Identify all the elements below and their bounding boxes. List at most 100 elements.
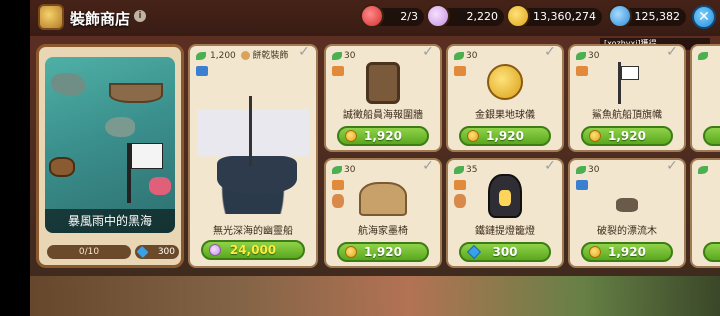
featured-progress: 0/10: [47, 245, 131, 259]
category-badge-icon: [332, 180, 344, 190]
card-tag-value: 30: [466, 51, 478, 61]
cotton-icon[interactable]: [426, 4, 450, 28]
check-icon: ✓: [666, 158, 678, 174]
coin-icon: [467, 130, 479, 142]
item-card-partial[interactable]: [690, 44, 720, 152]
coin-icon: [589, 246, 601, 258]
card-tag: 30: [454, 50, 477, 62]
buy-button[interactable]: 1,920: [581, 126, 673, 146]
info-icon[interactable]: i: [134, 10, 146, 22]
heart-icon[interactable]: [360, 4, 384, 28]
check-icon: ✓: [544, 44, 556, 60]
card-tag: [698, 164, 710, 176]
gem-icon[interactable]: [608, 4, 632, 28]
item-image-globe: [487, 64, 523, 100]
price-value: 1,920: [608, 129, 646, 143]
coin-icon: [345, 246, 357, 258]
item-image-driftwood: [616, 198, 638, 212]
price-value: 1,920: [486, 129, 524, 143]
close-button[interactable]: ✕: [692, 5, 716, 29]
item-name: 金銀果地球儀: [475, 110, 535, 121]
check-icon: ✓: [666, 44, 678, 60]
buy-button[interactable]: 1,920: [337, 126, 429, 146]
item-image-chair: [359, 182, 407, 216]
item-name: 誠徵船員海報圍牆: [343, 110, 423, 121]
item-card-driftwood[interactable]: 30 ✓ 破裂的漂流木 1,920: [568, 158, 686, 268]
item-name: 破裂的漂流木: [597, 226, 657, 237]
cotton-icon: [209, 244, 221, 256]
item-card-shark-flag[interactable]: 30 ✓ 鯊魚航船頂旗幟 1,920: [568, 44, 686, 152]
category-badge-icon: [576, 66, 588, 76]
coins-counter: 13,360,274: [518, 8, 602, 26]
close-icon: ✕: [698, 9, 710, 25]
buy-button[interactable]: 300: [459, 242, 551, 262]
leaf-icon: [332, 166, 342, 174]
shop-logo-icon: [38, 4, 64, 30]
category-badge-icon: [332, 66, 344, 76]
item-card-globe[interactable]: 30 ✓ 金銀果地球儀 1,920: [446, 44, 564, 152]
price-value: 1,920: [364, 129, 402, 143]
buy-button[interactable]: [703, 126, 720, 146]
item-name: 航海家墨椅: [358, 226, 408, 237]
shop-screen: 裝飾商店 i 2/3 2,220 13,360,274 125,382 ✕ [x…: [30, 0, 720, 316]
check-icon: ✓: [298, 44, 310, 60]
item-image-shark-flag: [612, 62, 642, 104]
card-tag: 30: [576, 50, 599, 62]
buy-button[interactable]: [703, 242, 720, 262]
buy-button[interactable]: 1,920: [459, 126, 551, 146]
wave-badge-icon: [196, 66, 208, 76]
card-tag: 30: [576, 164, 599, 176]
item-image-lantern: [488, 174, 522, 218]
category-badge-icon: [454, 66, 466, 76]
coin-icon: [345, 130, 357, 142]
leaf-icon: [698, 166, 708, 174]
card-tag: [698, 50, 710, 62]
card-tag: 35: [454, 164, 477, 176]
background-scene: [30, 276, 720, 316]
leaf-icon: [454, 166, 464, 174]
wave-badge-icon: [576, 180, 588, 190]
featured-set-panel[interactable]: 暴風雨中的黑海 0/10 300: [36, 44, 184, 268]
cookie-figure-icon: [454, 194, 466, 208]
category-badge-icon: [454, 180, 466, 190]
item-image-ghost-ship: [197, 86, 309, 214]
card-tag-value: 35: [466, 165, 478, 175]
item-card-poster-wall[interactable]: 30 ✓ 誠徵船員海報圍牆 1,920: [324, 44, 442, 152]
cookie-figure-icon: [332, 194, 344, 208]
leaf-icon: [576, 52, 586, 60]
buy-button[interactable]: 1,920: [337, 242, 429, 262]
featured-gem-value: 300: [157, 247, 175, 257]
leaf-icon: [454, 52, 464, 60]
cookie-icon: [240, 51, 250, 60]
price-value: 1,920: [608, 245, 646, 259]
coin-icon: [589, 130, 601, 142]
featured-set-image: [45, 57, 175, 233]
buy-button[interactable]: 1,920: [581, 242, 673, 262]
item-card-chair[interactable]: 30 ✓ 航海家墨椅 1,920: [324, 158, 442, 268]
gem-icon: [466, 244, 482, 260]
card-tag-value: 30: [344, 165, 356, 175]
featured-set-name: 暴風雨中的黑海: [45, 209, 175, 233]
page-title: 裝飾商店: [70, 10, 131, 28]
card-tag-extra: 餅乾裝飾: [252, 51, 289, 61]
card-tag: 30: [332, 50, 355, 62]
leaf-icon: [332, 52, 342, 60]
leaf-icon: [196, 52, 206, 60]
item-card-lantern[interactable]: 35 ✓ 鐵鏈提燈籠燈 300: [446, 158, 564, 268]
card-tag-value: 30: [588, 165, 600, 175]
item-card-partial[interactable]: [690, 158, 720, 268]
buy-button[interactable]: 24,000: [201, 240, 305, 260]
price-value: 300: [492, 245, 518, 259]
card-tag-value: 30: [344, 51, 356, 61]
check-icon: ✓: [422, 158, 434, 174]
leaf-icon: [576, 166, 586, 174]
coin-icon[interactable]: [506, 4, 530, 28]
card-tag-value: 30: [588, 51, 600, 61]
price-value: 24,000: [229, 243, 277, 257]
card-tag: 30: [332, 164, 355, 176]
item-card-ghost-ship[interactable]: 1,200 餅乾裝飾 ✓ 無光深海的幽靈船 24,000: [188, 44, 318, 268]
price-value: 1,920: [364, 245, 402, 259]
check-icon: ✓: [422, 44, 434, 60]
leaf-icon: [698, 52, 708, 60]
item-image-poster-wall: [366, 62, 400, 104]
